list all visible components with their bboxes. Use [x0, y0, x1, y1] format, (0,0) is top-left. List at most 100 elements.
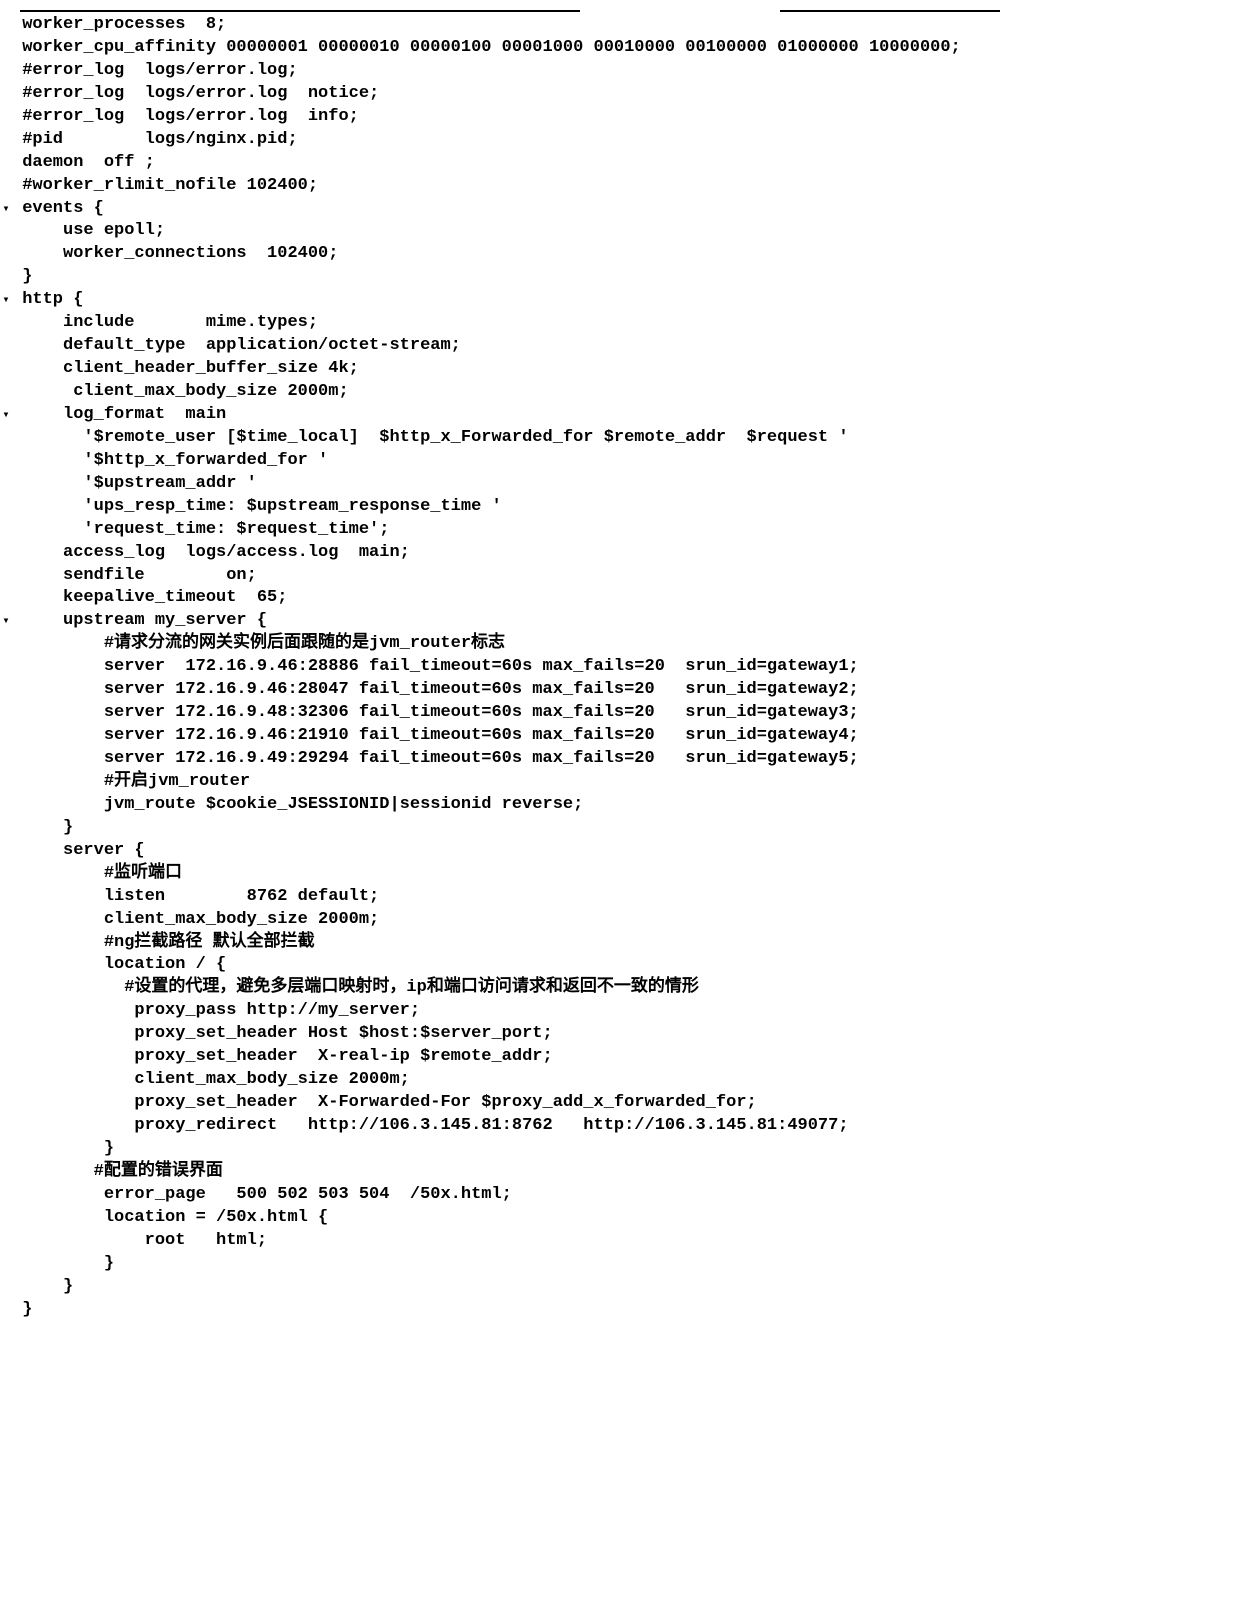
- code-text: worker_processes 8;: [12, 14, 1240, 37]
- code-line: 'request_time: $request_time';: [0, 519, 1240, 542]
- code-line: ▾ upstream my_server {: [0, 610, 1240, 633]
- code-text: server 172.16.9.46:28047 fail_timeout=60…: [12, 679, 1240, 702]
- fold-toggle-icon[interactable]: ▾: [0, 289, 12, 311]
- code-line: worker_connections 102400;: [0, 243, 1240, 266]
- fold-toggle-icon[interactable]: ▾: [0, 610, 12, 632]
- code-line: }: [0, 1299, 1240, 1322]
- code-text: #error_log logs/error.log;: [12, 60, 1240, 83]
- code-line: use epoll;: [0, 220, 1240, 243]
- code-text: default_type application/octet-stream;: [12, 335, 1240, 358]
- code-text: #监听端口: [12, 863, 1240, 886]
- code-line: server 172.16.9.49:29294 fail_timeout=60…: [0, 748, 1240, 771]
- code-text: daemon off ;: [12, 152, 1240, 175]
- code-text: include mime.types;: [12, 312, 1240, 335]
- code-text: upstream my_server {: [12, 610, 1240, 633]
- code-line: #ng拦截路径 默认全部拦截: [0, 932, 1240, 955]
- code-text: client_max_body_size 2000m;: [12, 381, 1240, 404]
- code-text: server 172.16.9.46:28886 fail_timeout=60…: [12, 656, 1240, 679]
- code-text: error_page 500 502 503 504 /50x.html;: [12, 1184, 1240, 1207]
- code-line: client_max_body_size 2000m;: [0, 909, 1240, 932]
- code-text: proxy_set_header Host $host:$server_port…: [12, 1023, 1240, 1046]
- code-line: keepalive_timeout 65;: [0, 587, 1240, 610]
- code-text: server 172.16.9.49:29294 fail_timeout=60…: [12, 748, 1240, 771]
- code-text: }: [12, 1253, 1240, 1276]
- code-line: ▾ http {: [0, 289, 1240, 312]
- code-text: 'ups_resp_time: $upstream_response_time …: [12, 496, 1240, 519]
- code-text: server {: [12, 840, 1240, 863]
- code-text: sendfile on;: [12, 565, 1240, 588]
- code-line: proxy_set_header X-real-ip $remote_addr;: [0, 1046, 1240, 1069]
- code-text: http {: [12, 289, 1240, 312]
- code-line: '$remote_user [$time_local] $http_x_Forw…: [0, 427, 1240, 450]
- code-text: worker_connections 102400;: [12, 243, 1240, 266]
- code-text: '$http_x_forwarded_for ': [12, 450, 1240, 473]
- code-text: }: [12, 817, 1240, 840]
- code-text: '$remote_user [$time_local] $http_x_Forw…: [12, 427, 1240, 450]
- code-line: 'ups_resp_time: $upstream_response_time …: [0, 496, 1240, 519]
- code-text: #error_log logs/error.log info;: [12, 106, 1240, 129]
- code-line: worker_cpu_affinity 00000001 00000010 00…: [0, 37, 1240, 60]
- code-text: #error_log logs/error.log notice;: [12, 83, 1240, 106]
- code-text: server 172.16.9.46:21910 fail_timeout=60…: [12, 725, 1240, 748]
- code-line: listen 8762 default;: [0, 886, 1240, 909]
- code-line: #开启jvm_router: [0, 771, 1240, 794]
- code-text: #请求分流的网关实例后面跟随的是jvm_router标志: [12, 633, 1240, 656]
- code-text: proxy_set_header X-Forwarded-For $proxy_…: [12, 1092, 1240, 1115]
- code-line: }: [0, 1276, 1240, 1299]
- code-text: use epoll;: [12, 220, 1240, 243]
- code-text: proxy_redirect http://106.3.145.81:8762 …: [12, 1115, 1240, 1138]
- code-text: keepalive_timeout 65;: [12, 587, 1240, 610]
- code-line: access_log logs/access.log main;: [0, 542, 1240, 565]
- code-text: proxy_set_header X-real-ip $remote_addr;: [12, 1046, 1240, 1069]
- code-text: #ng拦截路径 默认全部拦截: [12, 932, 1240, 955]
- code-line: client_header_buffer_size 4k;: [0, 358, 1240, 381]
- code-line: daemon off ;: [0, 152, 1240, 175]
- code-text: log_format main: [12, 404, 1240, 427]
- code-line: #error_log logs/error.log notice;: [0, 83, 1240, 106]
- fold-toggle-icon[interactable]: ▾: [0, 404, 12, 426]
- code-text: #配置的错误界面: [12, 1161, 1240, 1184]
- code-text: #开启jvm_router: [12, 771, 1240, 794]
- code-text: access_log logs/access.log main;: [12, 542, 1240, 565]
- code-text: }: [12, 1299, 1240, 1322]
- code-text: #worker_rlimit_nofile 102400;: [12, 175, 1240, 198]
- code-line: sendfile on;: [0, 565, 1240, 588]
- code-line: jvm_route $cookie_JSESSIONID|sessionid r…: [0, 794, 1240, 817]
- code-line: proxy_set_header X-Forwarded-For $proxy_…: [0, 1092, 1240, 1115]
- code-text: server 172.16.9.48:32306 fail_timeout=60…: [12, 702, 1240, 725]
- code-line: proxy_set_header Host $host:$server_port…: [0, 1023, 1240, 1046]
- code-text: }: [12, 266, 1240, 289]
- code-editor: worker_processes 8; worker_cpu_affinity …: [0, 14, 1240, 1321]
- code-line: #配置的错误界面: [0, 1161, 1240, 1184]
- code-line: server 172.16.9.46:28886 fail_timeout=60…: [0, 656, 1240, 679]
- code-line: location / {: [0, 954, 1240, 977]
- code-line: }: [0, 817, 1240, 840]
- code-line: #监听端口: [0, 863, 1240, 886]
- code-text: '$upstream_addr ': [12, 473, 1240, 496]
- code-line: #worker_rlimit_nofile 102400;: [0, 175, 1240, 198]
- code-line: root html;: [0, 1230, 1240, 1253]
- code-text: }: [12, 1138, 1240, 1161]
- code-text: 'request_time: $request_time';: [12, 519, 1240, 542]
- code-line: default_type application/octet-stream;: [0, 335, 1240, 358]
- code-text: #pid logs/nginx.pid;: [12, 129, 1240, 152]
- code-line: }: [0, 1138, 1240, 1161]
- code-text: listen 8762 default;: [12, 886, 1240, 909]
- code-line: client_max_body_size 2000m;: [0, 381, 1240, 404]
- code-line: server 172.16.9.46:28047 fail_timeout=60…: [0, 679, 1240, 702]
- code-line: }: [0, 266, 1240, 289]
- fold-toggle-icon[interactable]: ▾: [0, 198, 12, 220]
- code-line: proxy_pass http://my_server;: [0, 1000, 1240, 1023]
- code-line: '$http_x_forwarded_for ': [0, 450, 1240, 473]
- code-text: events {: [12, 198, 1240, 221]
- code-text: }: [12, 1276, 1240, 1299]
- code-line: error_page 500 502 503 504 /50x.html;: [0, 1184, 1240, 1207]
- code-line: '$upstream_addr ': [0, 473, 1240, 496]
- code-line: ▾ log_format main: [0, 404, 1240, 427]
- code-text: root html;: [12, 1230, 1240, 1253]
- code-line: #请求分流的网关实例后面跟随的是jvm_router标志: [0, 633, 1240, 656]
- code-line: }: [0, 1253, 1240, 1276]
- code-line: proxy_redirect http://106.3.145.81:8762 …: [0, 1115, 1240, 1138]
- code-text: client_header_buffer_size 4k;: [12, 358, 1240, 381]
- code-line: #pid logs/nginx.pid;: [0, 129, 1240, 152]
